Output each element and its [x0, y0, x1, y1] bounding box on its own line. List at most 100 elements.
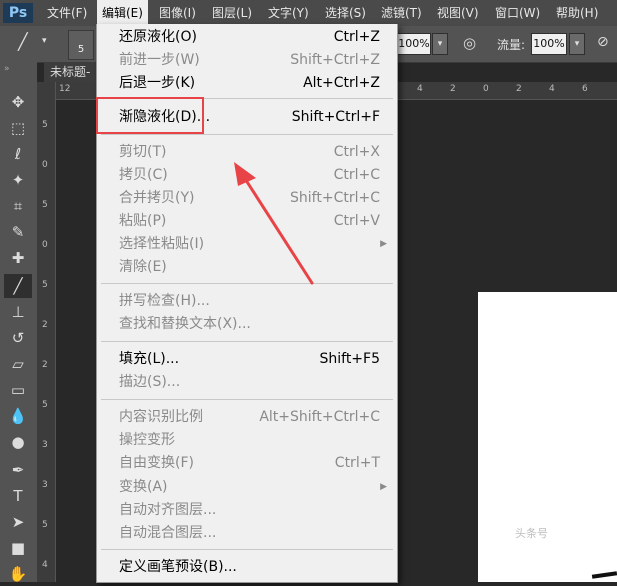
brush-tool-icon[interactable]: ╱ [18, 32, 28, 51]
ruler-tick: 3 [42, 440, 48, 450]
opacity-input[interactable]: 100% [397, 33, 431, 55]
menu-item-undo-liquify[interactable]: 还原液化(O) Ctrl+Z [97, 26, 397, 49]
menu-item-label: 定义画笔预设(B)... [119, 559, 237, 575]
ruler-tick: 5 [42, 200, 48, 210]
menu-item-shortcut: Ctrl+Z [333, 29, 380, 45]
vertical-ruler: 5 0 5 0 5 2 2 5 3 3 5 4 [37, 82, 56, 582]
menu-item-step-backward[interactable]: 后退一步(K) Alt+Ctrl+Z [97, 72, 397, 95]
menubar: Ps 文件(F) 编辑(E) 图像(I) 图层(L) 文字(Y) 选择(S) 滤… [0, 0, 617, 26]
menu-item-shortcut: Ctrl+X [333, 144, 380, 160]
ruler-tick: 2 [516, 84, 522, 94]
healing-brush-icon[interactable]: ✚ [4, 246, 32, 270]
menu-item-shortcut: Ctrl+C [333, 167, 380, 183]
menu-item-find-replace[interactable]: 查找和替换文本(X)... [97, 313, 397, 336]
brush-tool-icon[interactable]: ╱ [4, 274, 32, 298]
menu-item-label: 自动对齐图层... [119, 502, 217, 518]
menu-view[interactable]: 视图(V) [432, 0, 484, 26]
move-tool-icon[interactable]: ✥ [4, 90, 32, 114]
menu-item-label: 拷贝(C) [119, 167, 168, 183]
menu-item-shortcut: Shift+Ctrl+Z [290, 52, 380, 68]
menu-item-shortcut: Ctrl+V [333, 213, 380, 229]
history-brush-icon[interactable]: ↺ [4, 326, 32, 350]
collapse-icon[interactable]: » [4, 64, 10, 74]
eraser-icon[interactable]: ▱ [4, 352, 32, 376]
pressure-opacity-icon[interactable]: ◎ [463, 34, 476, 52]
menu-item-check-spelling[interactable]: 拼写检查(H)... [97, 290, 397, 313]
ruler-tick: 6 [582, 84, 588, 94]
menu-item-label: 粘贴(P) [119, 213, 167, 229]
ruler-tick: 5 [42, 120, 48, 130]
ruler-tick: 4 [42, 560, 48, 570]
menu-item-transform[interactable]: 变换(A) ▶ [97, 476, 397, 499]
menu-window[interactable]: 窗口(W) [490, 0, 545, 26]
submenu-arrow-icon: ▶ [380, 482, 387, 492]
menu-item-label: 操控变形 [119, 432, 175, 448]
menu-item-stroke[interactable]: 描边(S)... [97, 371, 397, 394]
ruler-tick: 4 [417, 84, 423, 94]
opacity-dropdown-icon[interactable]: ▾ [432, 33, 448, 55]
brush-size-preview[interactable]: 5 [68, 30, 94, 60]
menu-image[interactable]: 图像(I) [154, 0, 201, 26]
menu-item-fill[interactable]: 填充(L)... Shift+F5 [97, 348, 397, 371]
highlight-box [96, 97, 204, 134]
pen-tool-icon[interactable]: ✒ [4, 458, 32, 482]
ruler-tick: 0 [42, 160, 48, 170]
menu-item-shortcut: Ctrl+T [334, 455, 380, 471]
menu-item-shortcut: Alt+Ctrl+Z [303, 75, 380, 91]
menu-item-label: 还原液化(O) [119, 29, 197, 45]
menu-item-label: 自由变换(F) [119, 455, 194, 471]
menu-item-label: 填充(L)... [119, 351, 180, 367]
flow-dropdown-icon[interactable]: ▾ [569, 33, 585, 55]
menu-edit[interactable]: 编辑(E) [97, 0, 148, 26]
ruler-tick: 0 [42, 240, 48, 250]
menu-item-define-brush-preset[interactable]: 定义画笔预设(B)... [97, 556, 397, 579]
magic-wand-icon[interactable]: ✦ [4, 168, 32, 192]
ruler-tick: 0 [483, 84, 489, 94]
ruler-tick: 2 [450, 84, 456, 94]
ruler-tick: 5 [42, 400, 48, 410]
menu-item-puppet-warp[interactable]: 操控变形 [97, 429, 397, 452]
menu-separator [101, 549, 393, 550]
type-tool-icon[interactable]: T [4, 484, 32, 508]
menu-item-shortcut: Shift+Ctrl+F [291, 109, 380, 125]
hand-tool-icon[interactable]: ✋ [4, 562, 32, 586]
rectangle-tool-icon[interactable]: ■ [4, 536, 32, 560]
menu-item-label: 自动混合图层... [119, 525, 217, 541]
menu-select[interactable]: 选择(S) [320, 0, 371, 26]
flow-label: 流量: [497, 38, 526, 52]
blur-icon[interactable]: 💧 [4, 404, 32, 428]
eyedropper-icon[interactable]: ✎ [4, 220, 32, 244]
menu-item-label: 前进一步(W) [119, 52, 200, 68]
menu-layer[interactable]: 图层(L) [207, 0, 257, 26]
menu-type[interactable]: 文字(Y) [263, 0, 314, 26]
annotation-arrow-icon [234, 162, 314, 285]
watermark: 头条号 [515, 527, 548, 540]
dodge-icon[interactable]: ● [4, 430, 32, 454]
ruler-tick: 12 [59, 84, 71, 94]
menu-item-label: 清除(E) [119, 259, 167, 275]
stamp-tool-icon[interactable]: ⊥ [4, 300, 32, 324]
path-select-icon[interactable]: ➤ [4, 510, 32, 534]
crop-tool-icon[interactable]: ⌗ [4, 194, 32, 218]
menu-item-step-forward[interactable]: 前进一步(W) Shift+Ctrl+Z [97, 49, 397, 72]
menu-separator [101, 399, 393, 400]
gradient-icon[interactable]: ▭ [4, 378, 32, 402]
menu-item-shortcut: Shift+F5 [319, 351, 380, 367]
menu-filter[interactable]: 滤镜(T) [376, 0, 427, 26]
menu-file[interactable]: 文件(F) [42, 0, 92, 26]
ruler-tick: 3 [42, 480, 48, 490]
menu-item-auto-align-layers[interactable]: 自动对齐图层... [97, 499, 397, 522]
menu-item-label: 查找和替换文本(X)... [119, 316, 251, 332]
menu-item-free-transform[interactable]: 自由变换(F) Ctrl+T [97, 452, 397, 475]
chevron-down-icon[interactable]: ▾ [42, 36, 47, 46]
menu-item-auto-blend-layers[interactable]: 自动混合图层... [97, 522, 397, 545]
menu-item-label: 选择性粘贴(I) [119, 236, 205, 252]
lasso-tool-icon[interactable]: ℓ [4, 142, 32, 166]
flow-input[interactable]: 100% [531, 33, 567, 55]
menu-help[interactable]: 帮助(H) [551, 0, 603, 26]
submenu-arrow-icon: ▶ [380, 239, 387, 249]
airbrush-icon[interactable]: ⊘ [597, 34, 609, 50]
menu-item-label: 内容识别比例 [119, 409, 203, 425]
menu-item-content-aware-scale[interactable]: 内容识别比例 Alt+Shift+Ctrl+C [97, 406, 397, 429]
marquee-tool-icon[interactable]: ⬚ [4, 116, 32, 140]
